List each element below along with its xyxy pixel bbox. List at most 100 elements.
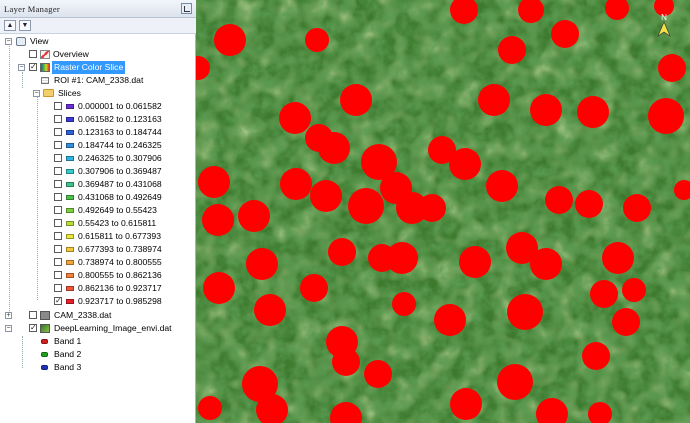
detection-blob: [279, 102, 311, 134]
detection-blob: [392, 292, 416, 316]
slice-checkbox[interactable]: [54, 206, 62, 214]
collapse-toggle[interactable]: −: [33, 90, 40, 97]
collapse-toggle[interactable]: −: [5, 325, 12, 332]
slice-checkbox[interactable]: [54, 180, 62, 188]
detection-blob: [418, 194, 446, 222]
slice-checkbox[interactable]: [54, 258, 62, 266]
slice-item[interactable]: 0.862136 to 0.923717: [3, 282, 193, 295]
arrow-down-icon[interactable]: ▼: [19, 20, 31, 31]
slice-item[interactable]: 0.184744 to 0.246325: [3, 139, 193, 152]
tree-node-view[interactable]: − View: [3, 35, 193, 48]
detection-blob: [602, 242, 634, 274]
slice-color-swatch: [66, 208, 74, 213]
slice-item[interactable]: 0.800555 to 0.862136: [3, 269, 193, 282]
slice-label: 0.492649 to 0.55423: [78, 205, 157, 215]
slice-item[interactable]: 0.492649 to 0.55423: [3, 204, 193, 217]
slice-item[interactable]: 0.123163 to 0.184744: [3, 126, 193, 139]
slice-item[interactable]: 0.369487 to 0.431068: [3, 178, 193, 191]
detection-blob: [198, 166, 230, 198]
slice-color-swatch: [66, 156, 74, 161]
tree-node-roi[interactable]: ROI #1: CAM_2338.dat: [3, 74, 193, 87]
dl-layer-checkbox[interactable]: [29, 321, 37, 334]
band-label: Band 1: [54, 336, 82, 346]
slice-item[interactable]: 0.55423 to 0.615811: [3, 217, 193, 230]
slice-item[interactable]: 0.246325 to 0.307906: [3, 152, 193, 165]
expand-toggle[interactable]: +: [5, 312, 12, 319]
overview-checkbox[interactable]: [29, 50, 37, 58]
slice-label: 0.431068 to 0.492649: [78, 192, 162, 202]
slice-checkbox[interactable]: [54, 115, 62, 123]
slice-checkbox[interactable]: [54, 294, 62, 307]
layer-toolbar: ▲ ▼: [0, 18, 196, 34]
slice-color-swatch: [66, 104, 74, 109]
tree-label-cam-layer: CAM_2338.dat: [54, 310, 112, 320]
slice-checkbox[interactable]: [54, 141, 62, 149]
slice-label: 0.246325 to 0.307906: [78, 153, 162, 163]
slice-label: 0.677393 to 0.738974: [78, 244, 162, 254]
cam-layer-checkbox[interactable]: [29, 311, 37, 319]
tree-node-slices[interactable]: − Slices: [3, 87, 193, 100]
detection-blob: [305, 124, 333, 152]
detection-blob: [582, 342, 610, 370]
slice-item[interactable]: 0.000001 to 0.061582: [3, 100, 193, 113]
slice-checkbox[interactable]: [54, 102, 62, 110]
slice-label: 0.615811 to 0.677393: [78, 231, 161, 241]
band-label: Band 3: [54, 362, 82, 372]
slice-checkbox[interactable]: [54, 219, 62, 227]
detection-blob: [575, 190, 603, 218]
slice-checkbox[interactable]: [54, 245, 62, 253]
detection-blob: [507, 294, 543, 330]
slice-checkbox[interactable]: [54, 271, 62, 279]
detection-blob: [612, 308, 640, 336]
detection-blob: [203, 272, 235, 304]
detection-blob: [545, 186, 573, 214]
arrow-up-icon[interactable]: ▲: [4, 20, 16, 31]
band-item[interactable]: Band 1: [3, 335, 193, 348]
slice-item[interactable]: 0.431068 to 0.492649: [3, 191, 193, 204]
detection-blob: [254, 294, 286, 326]
slice-item[interactable]: 0.738974 to 0.800555: [3, 256, 193, 269]
slice-label: 0.061582 to 0.123163: [78, 114, 162, 124]
slice-item[interactable]: 0.615811 to 0.677393: [3, 230, 193, 243]
detection-blob: [434, 304, 466, 336]
collapse-toggle[interactable]: −: [5, 38, 12, 45]
tree-label-roi: ROI #1: CAM_2338.dat: [54, 75, 144, 85]
image-view[interactable]: N: [196, 0, 690, 423]
detection-blob: [280, 168, 312, 200]
detection-blob: [300, 274, 328, 302]
band-item[interactable]: Band 2: [3, 348, 193, 361]
slice-checkbox[interactable]: [54, 193, 62, 201]
slice-color-swatch: [66, 169, 74, 174]
slice-checkbox[interactable]: [54, 232, 62, 240]
slice-label: 0.55423 to 0.615811: [78, 218, 157, 228]
pin-icon[interactable]: [181, 3, 192, 14]
layer-manager-titlebar: Layer Manager: [0, 0, 196, 18]
slice-label: 0.000001 to 0.061582: [78, 101, 162, 111]
slice-label: 0.123163 to 0.184744: [78, 127, 162, 137]
tree-label-view: View: [30, 36, 49, 46]
tree-label-dl-layer: DeepLearning_Image_envi.dat: [54, 323, 172, 333]
detection-blob: [340, 84, 372, 116]
slice-checkbox[interactable]: [54, 128, 62, 136]
slice-item[interactable]: 0.307906 to 0.369487: [3, 165, 193, 178]
detection-blob: [497, 364, 533, 400]
slice-checkbox[interactable]: [54, 284, 62, 292]
detection-blob: [348, 188, 384, 224]
slice-label: 0.307906 to 0.369487: [78, 166, 162, 176]
band-item[interactable]: Band 3: [3, 361, 193, 374]
raster-color-slice-checkbox[interactable]: [29, 60, 37, 73]
slice-checkbox[interactable]: [54, 154, 62, 162]
detection-blob: [449, 148, 481, 180]
tree-node-dl-layer[interactable]: − DeepLearning_Image_envi.dat: [3, 321, 193, 335]
slice-checkbox[interactable]: [54, 167, 62, 175]
slice-item[interactable]: 0.061582 to 0.123163: [3, 113, 193, 126]
slice-item[interactable]: 0.677393 to 0.738974: [3, 243, 193, 256]
detection-blob: [623, 194, 651, 222]
slice-color-swatch: [66, 182, 74, 187]
tree-node-raster-color-slice[interactable]: − Raster Color Slice: [3, 60, 193, 74]
tree-label-raster-color-slice: Raster Color Slice: [52, 61, 126, 74]
raster-icon: [40, 324, 50, 333]
collapse-toggle[interactable]: −: [18, 64, 25, 71]
detection-blob: [486, 170, 518, 202]
slice-item[interactable]: 0.923717 to 0.985298: [3, 294, 193, 308]
